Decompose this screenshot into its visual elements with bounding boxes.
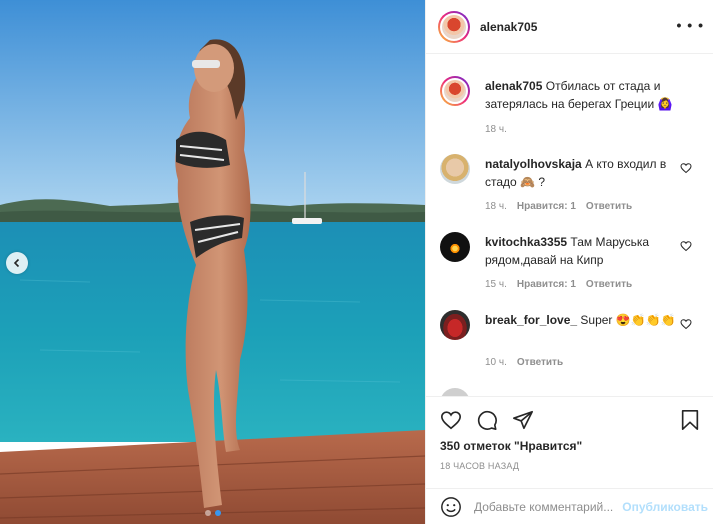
more-options-icon[interactable]: • • • xyxy=(677,18,704,32)
post-side-panel: alenak705 • • • alenak705 Отбилась от ст… xyxy=(425,0,713,524)
post-photo[interactable] xyxy=(0,0,425,524)
heart-icon[interactable] xyxy=(680,318,692,330)
comment-body: break_for_love_ Super 😍👏👏👏 xyxy=(485,311,685,329)
comment-item: kvitochka3355 Там Маруська рядом,давай н… xyxy=(440,232,710,302)
comment-username[interactable]: break_for_love_ xyxy=(485,313,577,327)
comment-time[interactable]: 15 ч. xyxy=(485,279,507,290)
carousel-dot xyxy=(204,510,211,516)
comment-item: break_for_love_ Super 😍👏👏👏 10 ч. Ответит… xyxy=(440,310,710,380)
caption: alenak705 Отбилась от стада и затерялась… xyxy=(440,76,710,156)
action-icons xyxy=(440,409,534,431)
caption-body: alenak705 Отбилась от стада и затерялась… xyxy=(485,77,685,113)
chevron-left-icon xyxy=(13,258,20,268)
publish-button[interactable]: Опубликовать xyxy=(622,500,708,514)
comment-input[interactable] xyxy=(474,499,624,514)
post-header: alenak705 • • • xyxy=(426,0,713,54)
post-actions: 350 отметок "Нравится" 18 ЧАСОВ НАЗАД xyxy=(426,396,713,488)
comment-time[interactable]: 18 ч. xyxy=(485,201,507,212)
commenter-avatar[interactable] xyxy=(440,388,470,396)
caption-meta: 18 ч. xyxy=(485,124,507,135)
comment-text: Super 😍👏👏👏 xyxy=(580,313,676,327)
caption-avatar[interactable] xyxy=(440,76,470,106)
beach-photo-image xyxy=(0,0,425,524)
author-avatar[interactable] xyxy=(438,10,470,43)
commenter-avatar[interactable] xyxy=(440,154,470,184)
likes-count[interactable]: 350 отметок "Нравится" xyxy=(440,439,582,453)
comment-item: natalyolhovskaja А кто входил в стадо 🙈 … xyxy=(440,154,710,224)
comment-body: natalyolhovskaja А кто входил в стадо 🙈 … xyxy=(485,155,685,191)
comment-body: kvitochka3355 Там Маруська рядом,давай н… xyxy=(485,233,685,269)
heart-icon[interactable] xyxy=(680,240,692,252)
add-comment-bar: Опубликовать xyxy=(426,488,713,524)
comment-likes-count[interactable]: Нравится: 1 xyxy=(517,279,576,290)
carousel-prev-button[interactable] xyxy=(6,252,28,274)
share-send-icon[interactable] xyxy=(512,409,534,431)
commenter-avatar[interactable] xyxy=(440,310,470,340)
comment-meta: 15 ч. Нравится: 1 Ответить xyxy=(485,279,632,290)
comment-meta: 18 ч. Нравится: 1 Ответить xyxy=(485,201,632,212)
caption-username[interactable]: alenak705 xyxy=(485,79,542,93)
commenter-avatar[interactable] xyxy=(440,232,470,262)
heart-icon[interactable] xyxy=(680,162,692,174)
comment-bubble-icon[interactable] xyxy=(476,409,498,431)
post-timestamp[interactable]: 18 ЧАСОВ НАЗАД xyxy=(440,461,519,471)
comment-reply-button[interactable]: Ответить xyxy=(517,357,563,368)
carousel-indicator xyxy=(0,510,425,516)
comments-list: alenak705 Отбилась от стада и затерялась… xyxy=(426,54,713,396)
author-username[interactable]: alenak705 xyxy=(480,20,537,34)
comment-meta: 10 ч. Ответить xyxy=(485,357,563,368)
comment-item-partial xyxy=(440,388,710,396)
carousel-dot-active xyxy=(214,510,221,516)
comment-time[interactable]: 10 ч. xyxy=(485,357,507,368)
comment-reply-button[interactable]: Ответить xyxy=(586,279,632,290)
comment-reply-button[interactable]: Ответить xyxy=(586,201,632,212)
comment-likes-count[interactable]: Нравится: 1 xyxy=(517,201,576,212)
like-heart-icon[interactable] xyxy=(440,409,462,431)
emoji-icon[interactable] xyxy=(440,496,462,518)
comment-username[interactable]: kvitochka3355 xyxy=(485,235,567,249)
comment-username[interactable]: natalyolhovskaja xyxy=(485,157,582,171)
caption-time[interactable]: 18 ч. xyxy=(485,124,507,135)
bookmark-icon[interactable] xyxy=(680,409,700,431)
